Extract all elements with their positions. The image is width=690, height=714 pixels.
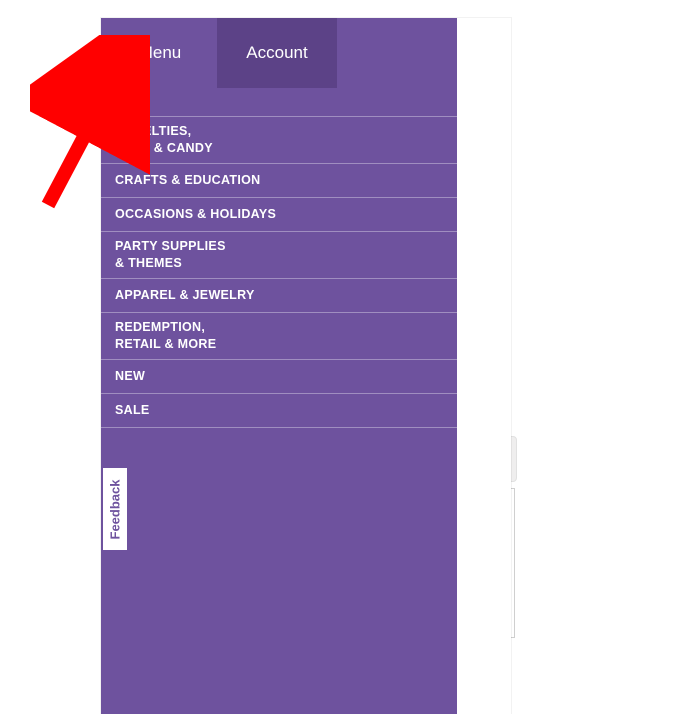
feedback-tab[interactable]: Feedback — [101, 466, 129, 552]
category-list: NOVELTIES, TOYS & CANDY CRAFTS & EDUCATI… — [101, 116, 457, 428]
cat-novelties-toys-candy[interactable]: NOVELTIES, TOYS & CANDY — [101, 117, 457, 164]
tab-account[interactable]: Account — [217, 18, 337, 88]
cat-occasions-holidays[interactable]: OCCASIONS & HOLIDAYS — [101, 198, 457, 232]
cat-party-supplies-themes[interactable]: PARTY SUPPLIES & THEMES — [101, 232, 457, 279]
feedback-label: Feedback — [108, 479, 123, 539]
cat-new[interactable]: NEW — [101, 360, 457, 394]
viewport: Menu Account NOVELTIES, TOYS & CANDY CRA… — [101, 18, 511, 714]
side-drawer: Menu Account NOVELTIES, TOYS & CANDY CRA… — [101, 18, 457, 714]
tab-menu[interactable]: Menu — [101, 18, 219, 88]
cat-apparel-jewelry[interactable]: APPAREL & JEWELRY — [101, 279, 457, 313]
cat-redemption-retail-more[interactable]: REDEMPTION, RETAIL & MORE — [101, 313, 457, 360]
cat-sale[interactable]: SALE — [101, 394, 457, 428]
cat-crafts-education[interactable]: CRAFTS & EDUCATION — [101, 164, 457, 198]
drawer-tabs: Menu Account — [101, 18, 457, 88]
